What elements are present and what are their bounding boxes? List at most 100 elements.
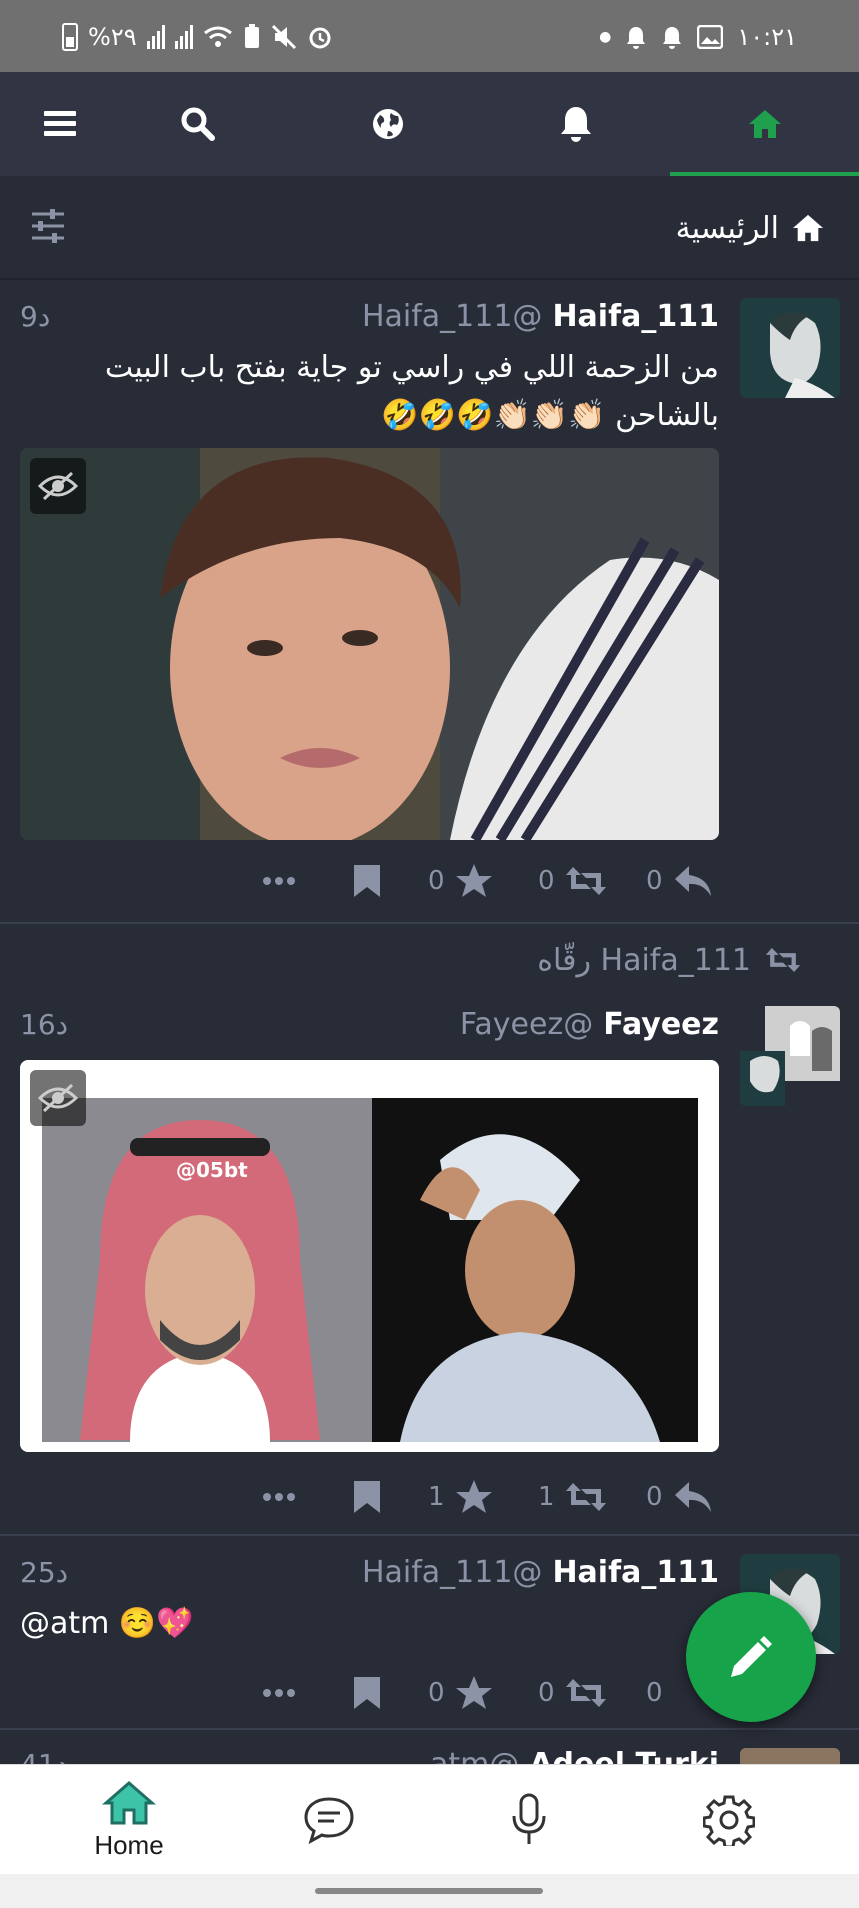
status-action-bar: 0 0 0	[0, 856, 859, 906]
reply-button[interactable]: 0	[646, 1472, 713, 1522]
column-header: الرئيسية	[0, 176, 859, 280]
reply-icon	[674, 1482, 711, 1512]
mute-icon	[271, 24, 296, 50]
globe-icon	[373, 109, 403, 139]
favourite-button[interactable]: 1	[428, 1472, 493, 1522]
image-icon	[697, 25, 724, 49]
bookmark-icon	[354, 1481, 380, 1513]
clock: ١٠:٢١	[737, 23, 797, 51]
bottom-navigation-bar: Home	[0, 1764, 859, 1874]
retweet-icon	[765, 948, 801, 972]
more-button[interactable]	[262, 1472, 296, 1522]
status-content: من الزحمة اللي في راسي تو جاية بفتح باب …	[19, 344, 719, 440]
search-button[interactable]	[138, 72, 258, 176]
status-content-line: بالشاحن 👏🏻👏🏻👏🏻🤣🤣🤣	[381, 398, 719, 433]
eye-slash-icon	[38, 471, 78, 501]
status-header[interactable]: atm@ Adeel Turki	[430, 1744, 719, 1765]
status-header[interactable]: Fayeez@ Fayeez	[460, 1004, 719, 1044]
reply-button[interactable]: 0	[646, 1668, 663, 1718]
status-item[interactable]: atm@ Adeel Turki 41د	[0, 1730, 859, 1764]
boost-button[interactable]: 0	[538, 856, 607, 906]
status-display-name: Fayeez	[603, 1006, 719, 1042]
status-media[interactable]: @05bt	[20, 1060, 719, 1452]
favourite-button[interactable]: 0	[428, 856, 493, 906]
boost-count: 0	[538, 866, 555, 896]
home-timeline[interactable]: Haifa_111@ Haifa_111 9د من الزحمة اللي ف…	[0, 280, 859, 1764]
bookmark-button[interactable]	[352, 856, 382, 906]
battery-icon	[62, 23, 78, 51]
column-title[interactable]: الرئيسية	[676, 204, 825, 252]
reply-count: 0	[646, 1482, 663, 1512]
retweet-icon	[565, 1483, 606, 1511]
status-account: Haifa_111@	[361, 1554, 543, 1590]
media-watermark: @05bt	[176, 1158, 248, 1182]
menu-button[interactable]	[0, 72, 120, 176]
reply-button[interactable]: 0	[646, 856, 713, 906]
federated-timeline-button[interactable]	[328, 72, 448, 176]
star-icon	[455, 864, 492, 897]
media-image	[20, 448, 719, 840]
signal-icon-2	[174, 25, 193, 49]
bottom-nav-home-label: Home	[94, 1829, 164, 1860]
status-item[interactable]: Haifa_111 رقّاه Fayeez@ Fayeez 16د @05bt	[0, 924, 859, 1536]
status-time[interactable]: 16د	[20, 1008, 68, 1041]
star-icon	[455, 1676, 492, 1709]
bottom-nav-settings[interactable]	[629, 1765, 829, 1875]
boosted-by-text: Haifa_111 رقّاه	[537, 942, 751, 978]
notification-bell-icon-2	[663, 27, 682, 49]
status-time[interactable]: 9د	[20, 300, 50, 333]
status-time[interactable]: 25د	[20, 1556, 68, 1589]
avatar-image	[740, 1006, 840, 1106]
avatar-image	[740, 1748, 840, 1764]
status-item[interactable]: Haifa_111@ Haifa_111 9د من الزحمة اللي ف…	[0, 280, 859, 924]
gesture-handle[interactable]	[315, 1888, 543, 1894]
boost-button[interactable]: 0	[538, 1668, 607, 1718]
column-settings-button[interactable]	[28, 206, 68, 246]
favourite-button[interactable]: 0	[428, 1668, 493, 1718]
avatar[interactable]	[740, 1006, 840, 1106]
hide-media-button[interactable]	[30, 458, 86, 514]
avatar[interactable]	[740, 298, 840, 398]
reply-count: 0	[646, 1678, 663, 1708]
bookmark-icon	[354, 1677, 380, 1709]
status-display-name: Adeel Turki	[529, 1746, 719, 1765]
retweet-icon	[565, 1679, 606, 1707]
status-time[interactable]: 41د	[20, 1748, 68, 1764]
home-tab[interactable]	[705, 72, 825, 176]
status-left: %٢٩	[62, 22, 333, 52]
ellipsis-icon	[263, 1689, 295, 1697]
favourite-count: 0	[428, 866, 445, 896]
alarm-icon	[309, 27, 331, 49]
boost-count: 0	[538, 1678, 555, 1708]
bottom-nav-conversations[interactable]	[229, 1765, 429, 1875]
bookmark-icon	[354, 865, 380, 897]
hide-media-button[interactable]	[30, 1070, 86, 1126]
bottom-nav-home[interactable]: Home	[29, 1765, 229, 1875]
notifications-button[interactable]	[516, 72, 636, 176]
top-navigation-bar	[0, 72, 859, 176]
compose-button[interactable]	[686, 1592, 816, 1722]
sliders-icon	[32, 209, 64, 243]
more-button[interactable]	[262, 1668, 296, 1718]
status-header[interactable]: Haifa_111@ Haifa_111	[362, 1552, 719, 1592]
signal-icon	[146, 25, 165, 49]
home-icon	[793, 214, 823, 242]
bookmark-button[interactable]	[352, 1472, 382, 1522]
avatar[interactable]	[740, 1748, 840, 1764]
boost-prepend[interactable]: Haifa_111 رقّاه	[537, 938, 801, 982]
bell-icon	[561, 107, 591, 142]
reply-count: 0	[646, 866, 663, 896]
avatar-image	[740, 298, 840, 398]
hamburger-icon	[44, 111, 76, 136]
gesture-navigation-bar	[0, 1874, 859, 1908]
status-media[interactable]	[20, 448, 719, 840]
bookmark-button[interactable]	[352, 1668, 382, 1718]
more-button[interactable]	[262, 856, 296, 906]
eye-slash-icon	[38, 1083, 78, 1113]
bottom-nav-audio[interactable]	[429, 1765, 629, 1875]
boost-button[interactable]: 1	[538, 1472, 607, 1522]
reply-icon	[674, 866, 711, 896]
dot-icon: ●	[599, 29, 612, 45]
status-header[interactable]: Haifa_111@ Haifa_111	[362, 296, 719, 336]
boost-count: 1	[538, 1482, 555, 1512]
